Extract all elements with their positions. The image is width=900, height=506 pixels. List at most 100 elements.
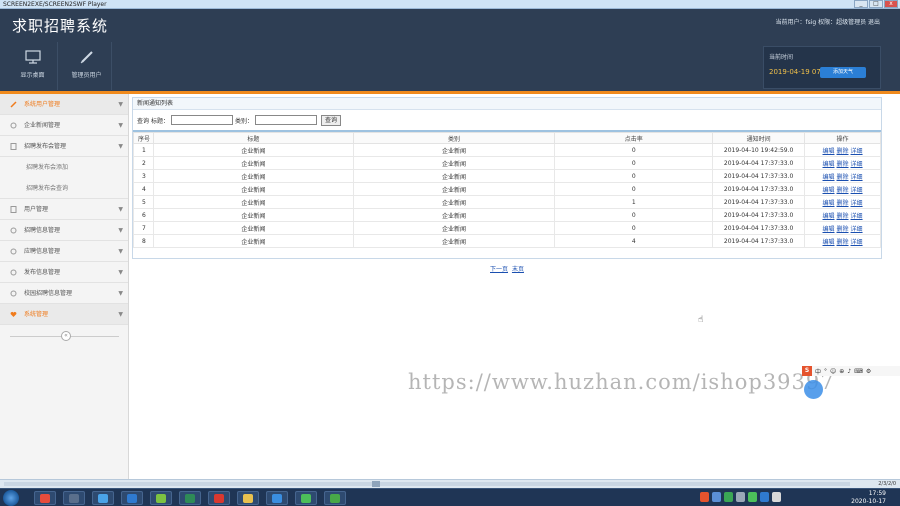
edit-link[interactable]: 编辑: [823, 237, 835, 246]
progress-thumb[interactable]: [372, 481, 380, 487]
edit-link[interactable]: 编辑: [823, 172, 835, 181]
taskbar-clock[interactable]: 17:59 2020-10-17: [851, 490, 886, 506]
table-cell: 企业新闻: [352, 221, 556, 235]
chrome-icon: [40, 494, 50, 503]
sidebar-item-job-fair[interactable]: 招聘发布会管理 ▼: [0, 136, 128, 157]
table-row: 3 企业新闻 企业新闻 0 2019-04-04 17:37:33.0 编辑 删除 详细: [133, 169, 881, 183]
taskbar-app-qq-browser[interactable]: [121, 491, 143, 505]
taskbar-app-chrome[interactable]: [34, 491, 56, 505]
detail-link[interactable]: 详细: [851, 146, 863, 155]
type-search-input[interactable]: [255, 115, 318, 125]
table-cell: 企业新闻: [352, 195, 556, 209]
taskbar-app-wechat[interactable]: [295, 491, 317, 505]
delete-link[interactable]: 删除: [837, 146, 849, 155]
delete-link[interactable]: 删除: [837, 198, 849, 207]
taskbar-app-leaf[interactable]: [150, 491, 172, 505]
taskbar-app-excel[interactable]: [179, 491, 201, 505]
minimize-button[interactable]: _: [854, 0, 868, 8]
delete-link[interactable]: 删除: [837, 237, 849, 246]
table-cell: 0: [554, 143, 714, 157]
edit-link[interactable]: 编辑: [823, 146, 835, 155]
app-header: 求职招聘系统 当前用户：fsig 权限：超级管理员 退出 显示桌面 管理员用户 …: [0, 9, 900, 91]
table-row: 1 企业新闻 企业新闻 0 2019-04-10 19:42:59.0 编辑 删除 详细: [133, 143, 881, 157]
sidebar-subitem-job-fair-add[interactable]: 招聘发布会添加: [0, 157, 128, 178]
detail-link[interactable]: 详细: [851, 211, 863, 220]
player-counter: 2/3/2/0: [878, 481, 896, 487]
user-info[interactable]: 当前用户：fsig 权限：超级管理员 退出: [775, 17, 880, 26]
delete-link[interactable]: 删除: [837, 159, 849, 168]
detail-link[interactable]: 详细: [851, 172, 863, 181]
detail-link[interactable]: 详细: [851, 224, 863, 233]
admin-user-button[interactable]: 管理员用户: [62, 42, 112, 90]
tray-shield-icon[interactable]: [724, 492, 733, 502]
edit-link[interactable]: 编辑: [823, 159, 835, 168]
taskbar-app-browser[interactable]: [92, 491, 114, 505]
player-progress-bar[interactable]: 2/3/2/0: [0, 479, 900, 488]
table-cell: 企业新闻: [152, 208, 354, 222]
collapse-sidebar-button[interactable]: «: [61, 331, 71, 341]
progress-track: [4, 482, 850, 486]
tray-network-icon[interactable]: [712, 492, 721, 502]
table-cell-ops: 编辑 删除 详细: [804, 143, 881, 157]
title-search-input[interactable]: [171, 115, 234, 125]
search-button[interactable]: 查询: [321, 114, 342, 126]
panel-title: 新闻通知列表: [133, 98, 881, 110]
delete-link[interactable]: 删除: [837, 211, 849, 220]
window-controls: _ □ x: [854, 0, 898, 8]
delete-link[interactable]: 删除: [837, 185, 849, 194]
sidebar-item-label: 应聘信息管理: [24, 248, 61, 255]
edit-link[interactable]: 编辑: [823, 211, 835, 220]
tray-qq-icon[interactable]: [760, 492, 769, 502]
taskbar-app-media[interactable]: [63, 491, 85, 505]
delete-link[interactable]: 删除: [837, 172, 849, 181]
edit-link[interactable]: 编辑: [823, 198, 835, 207]
sidebar-item-company-news[interactable]: 企业新闻管理 ▼: [0, 115, 128, 136]
maximize-button[interactable]: □: [869, 0, 883, 8]
detail-link[interactable]: 详细: [851, 185, 863, 194]
ime-logo-icon[interactable]: S: [802, 366, 812, 376]
detail-link[interactable]: 详细: [851, 159, 863, 168]
weather-button[interactable]: 添加天气: [820, 67, 866, 78]
table-row: 4 企业新闻 企业新闻 0 2019-04-04 17:37:33.0 编辑 删除 详细: [133, 182, 881, 196]
tray-flag-icon[interactable]: [772, 492, 781, 502]
sidebar-item-publish-info[interactable]: 发布信息管理 ▼: [0, 262, 128, 283]
edit-link[interactable]: 编辑: [823, 185, 835, 194]
taskbar-app-folder[interactable]: [237, 491, 259, 505]
start-button[interactable]: [3, 490, 19, 506]
ime-item[interactable]: ⊕: [839, 368, 844, 375]
tray-wechat-icon[interactable]: [748, 492, 757, 502]
detail-link[interactable]: 详细: [851, 198, 863, 207]
news-list-panel: 新闻通知列表 查询 标题： 类别： 查询 序号 标题 类别 点击率 通知时间 操…: [132, 97, 882, 259]
sidebar-item-system-management[interactable]: 系统管理 ▼: [0, 304, 128, 325]
sidebar-item-recruit-info[interactable]: 招聘信息管理 ▼: [0, 220, 128, 241]
detail-link[interactable]: 详细: [851, 237, 863, 246]
sidebar-item-campus-recruit[interactable]: 校园招聘信息管理 ▼: [0, 283, 128, 304]
close-button[interactable]: x: [884, 0, 898, 8]
ime-item[interactable]: ⌨: [854, 368, 863, 375]
ime-item[interactable]: ☺: [830, 368, 836, 375]
sidebar-item-application-info[interactable]: 应聘信息管理 ▼: [0, 241, 128, 262]
last-page-link[interactable]: 末页: [512, 266, 524, 273]
ime-item[interactable]: 中: [815, 367, 821, 376]
news-table: 序号 标题 类别 点击率 通知时间 操作 1 企业新闻 企业新闻 0 2019-04-1…: [133, 132, 881, 248]
delete-link[interactable]: 删除: [837, 224, 849, 233]
edit-link[interactable]: 编辑: [823, 224, 835, 233]
tray-ime-icon[interactable]: [700, 492, 709, 502]
next-page-link[interactable]: 下一页: [490, 266, 508, 273]
app-title: 求职招聘系统: [12, 17, 109, 35]
table-cell: 5: [133, 195, 154, 209]
taskbar-app-flash[interactable]: [208, 491, 230, 505]
ime-item[interactable]: ⚙: [866, 368, 871, 375]
ime-item[interactable]: °: [824, 368, 827, 375]
sidebar-subitem-job-fair-query[interactable]: 招聘发布会查询: [0, 178, 128, 199]
taskbar-app-player[interactable]: [324, 491, 346, 505]
show-desktop-button[interactable]: 显示桌面: [8, 42, 58, 90]
taskbar-app-qq[interactable]: [266, 491, 288, 505]
floating-assistant-icon[interactable]: [804, 380, 823, 399]
sidebar-item-users[interactable]: 用户管理 ▼: [0, 199, 128, 220]
ime-item[interactable]: ♪: [847, 368, 851, 375]
tray-volume-icon[interactable]: [736, 492, 745, 502]
time-box: 当前时间 2019-04-19 07 添加天气: [763, 46, 881, 89]
sidebar-item-system-users[interactable]: 系统用户管理 ▼: [0, 94, 128, 115]
column-header: 点击率: [554, 132, 714, 144]
